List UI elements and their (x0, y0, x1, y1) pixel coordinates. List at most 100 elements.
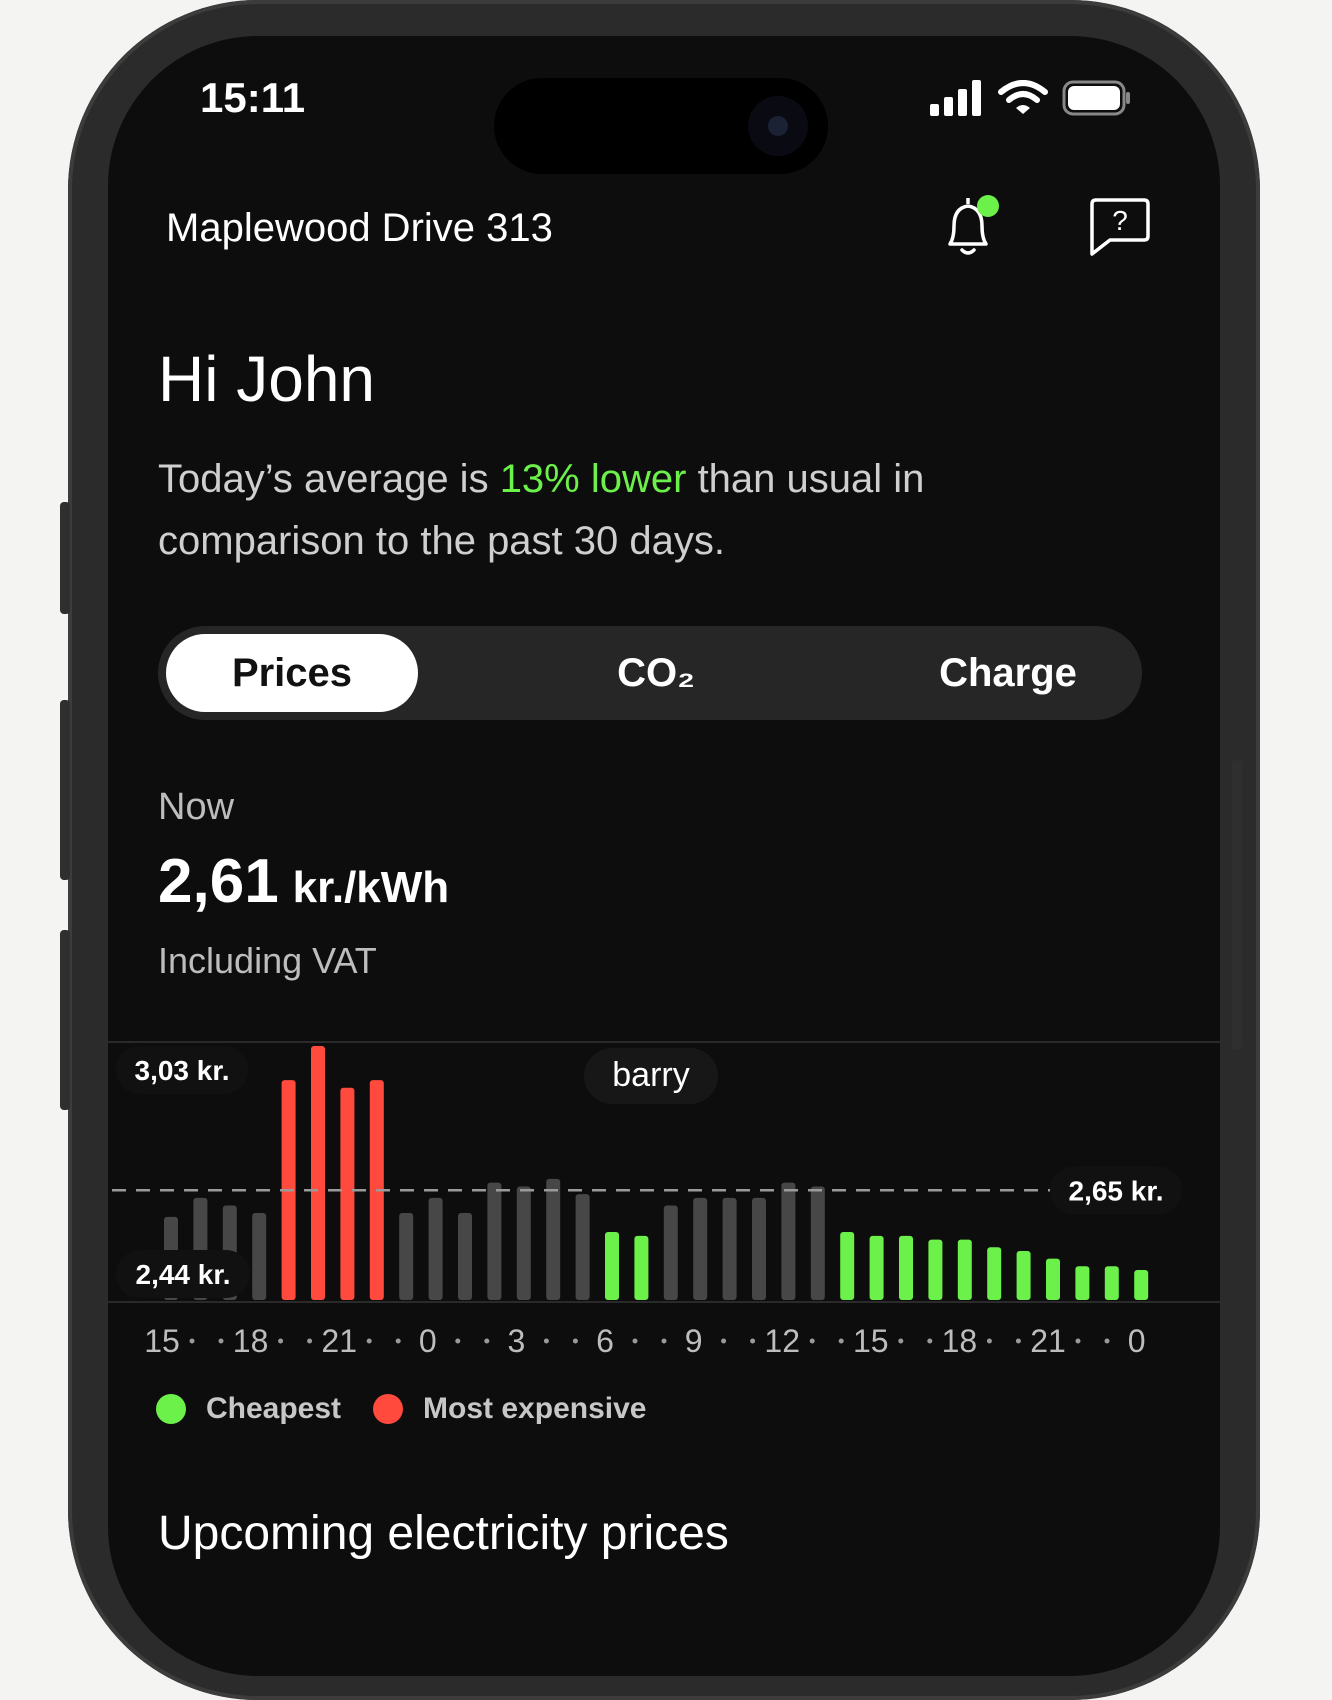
chart-bar (605, 1232, 619, 1300)
x-tick-label: 12 (764, 1323, 800, 1359)
upcoming-prices-heading: Upcoming electricity prices (158, 1507, 729, 1560)
x-tick-dot (543, 1338, 549, 1344)
x-tick-dot (838, 1338, 844, 1344)
chart-bar (752, 1197, 766, 1300)
x-tick-label: 3 (508, 1323, 526, 1359)
x-tick-label: 21 (1030, 1323, 1066, 1359)
chart-bar (399, 1213, 414, 1300)
chart-bar (546, 1178, 561, 1300)
mode-tabs: Prices CO₂ Charge (158, 626, 1142, 720)
phone-screen: 15:11 Maplewood Drive 313 ? Hi John Toda… (108, 36, 1220, 1676)
price-summary: Today’s average is 13% lower than usual … (158, 448, 1058, 572)
x-tick-dot (189, 1338, 195, 1344)
x-tick-label: 9 (685, 1323, 703, 1359)
help-chat-button[interactable]: ? (1084, 192, 1156, 264)
chart-bar (840, 1232, 855, 1300)
legend-expensive-dot (373, 1394, 404, 1424)
chart-bar (957, 1239, 972, 1300)
current-price-unit: kr./kWh (292, 863, 450, 912)
chart-bar (928, 1239, 943, 1300)
x-tick-label: 0 (419, 1323, 437, 1359)
chart-bar (693, 1197, 708, 1300)
price-chart[interactable]: 3,03 kr. 2,44 kr. 2,65 kr. barry 15 18 21 0 3 6 9 1… (108, 1026, 1220, 1386)
legend-expensive-label: Most expensive (423, 1392, 647, 1425)
x-tick-dot (927, 1338, 933, 1344)
x-tick-label: 21 (321, 1323, 357, 1359)
address-title[interactable]: Maplewood Drive 313 (166, 206, 553, 251)
average-price-label: 2,65 kr. (1069, 1175, 1164, 1206)
chart-bar (458, 1213, 472, 1300)
wifi-icon (998, 80, 1048, 114)
chart-tooltip-text: barry (612, 1056, 689, 1094)
battery-icon (1062, 80, 1130, 116)
side-button-action (60, 502, 70, 614)
now-label: Now (158, 786, 235, 828)
status-time: 15:11 (200, 74, 306, 121)
chart-bar (1104, 1266, 1119, 1300)
x-tick-dot (395, 1338, 401, 1344)
chart-bar (869, 1235, 884, 1300)
summary-prefix: Today’s average is (158, 457, 500, 501)
x-tick-dot (278, 1338, 284, 1344)
tab-co2[interactable]: CO₂ (530, 634, 782, 712)
x-tick-dot (455, 1338, 461, 1344)
chart-bar (722, 1197, 737, 1300)
legend-cheapest-label: Cheapest (206, 1392, 342, 1425)
min-price-label: 2,44 kr. (136, 1259, 231, 1290)
chart-bar (810, 1186, 825, 1300)
chart-bar (1046, 1258, 1060, 1300)
side-button-power (1232, 760, 1242, 1050)
x-tick-label: 18 (942, 1323, 978, 1359)
x-tick-label: 18 (233, 1323, 269, 1359)
chart-bar (311, 1046, 325, 1300)
notifications-button[interactable] (934, 192, 1006, 264)
x-tick-dot (366, 1338, 372, 1344)
x-tick-dot (721, 1338, 727, 1344)
side-button-volume-up (60, 700, 70, 880)
chart-legend: Cheapest Most expensive (156, 1392, 678, 1426)
chart-bar (575, 1194, 590, 1300)
greeting-heading: Hi John (158, 343, 375, 415)
side-button-volume-down (60, 930, 70, 1110)
chart-bar (899, 1235, 913, 1300)
x-tick-dot (898, 1338, 904, 1344)
x-tick-dot (572, 1338, 578, 1344)
current-price: 2,61 kr./kWh (158, 846, 449, 917)
chart-bar (252, 1213, 267, 1300)
x-tick-dot (218, 1338, 224, 1344)
x-tick-dot (750, 1338, 756, 1344)
x-tick-dot (986, 1338, 992, 1344)
x-tick-dot (1075, 1338, 1081, 1344)
chart-bar (487, 1182, 502, 1300)
x-tick-dot (809, 1338, 815, 1344)
current-price-value: 2,61 (158, 847, 279, 916)
status-icons (930, 80, 1132, 116)
chart-bar (340, 1087, 355, 1300)
chart-bar (663, 1205, 678, 1300)
summary-highlight: 13% lower (499, 457, 687, 501)
x-tick-label: 15 (853, 1323, 889, 1359)
cellular-signal-icon (930, 80, 981, 116)
legend-cheapest-dot (156, 1394, 186, 1424)
x-tick-label: 15 (144, 1323, 180, 1359)
vat-note: Including VAT (158, 940, 377, 981)
camera-icon (748, 96, 808, 156)
tab-prices[interactable]: Prices (166, 634, 418, 712)
x-tick-dot (632, 1338, 638, 1344)
bell-icon (948, 195, 999, 255)
tab-charge[interactable]: Charge (882, 634, 1134, 712)
chart-bar (428, 1197, 443, 1300)
chart-bar (1075, 1266, 1090, 1300)
x-tick-dot (307, 1338, 313, 1344)
chart-bar (516, 1186, 531, 1300)
x-tick-label: 0 (1128, 1323, 1146, 1359)
chart-bar (634, 1235, 649, 1300)
x-tick-label: 6 (596, 1323, 614, 1359)
chart-bar (987, 1247, 1002, 1300)
max-price-label: 3,03 kr. (135, 1055, 230, 1086)
x-tick-dot (484, 1338, 490, 1344)
svg-text:?: ? (1112, 205, 1128, 236)
chart-bar (781, 1182, 796, 1300)
x-tick-dot (1104, 1338, 1110, 1344)
x-tick-dot (1015, 1338, 1021, 1344)
